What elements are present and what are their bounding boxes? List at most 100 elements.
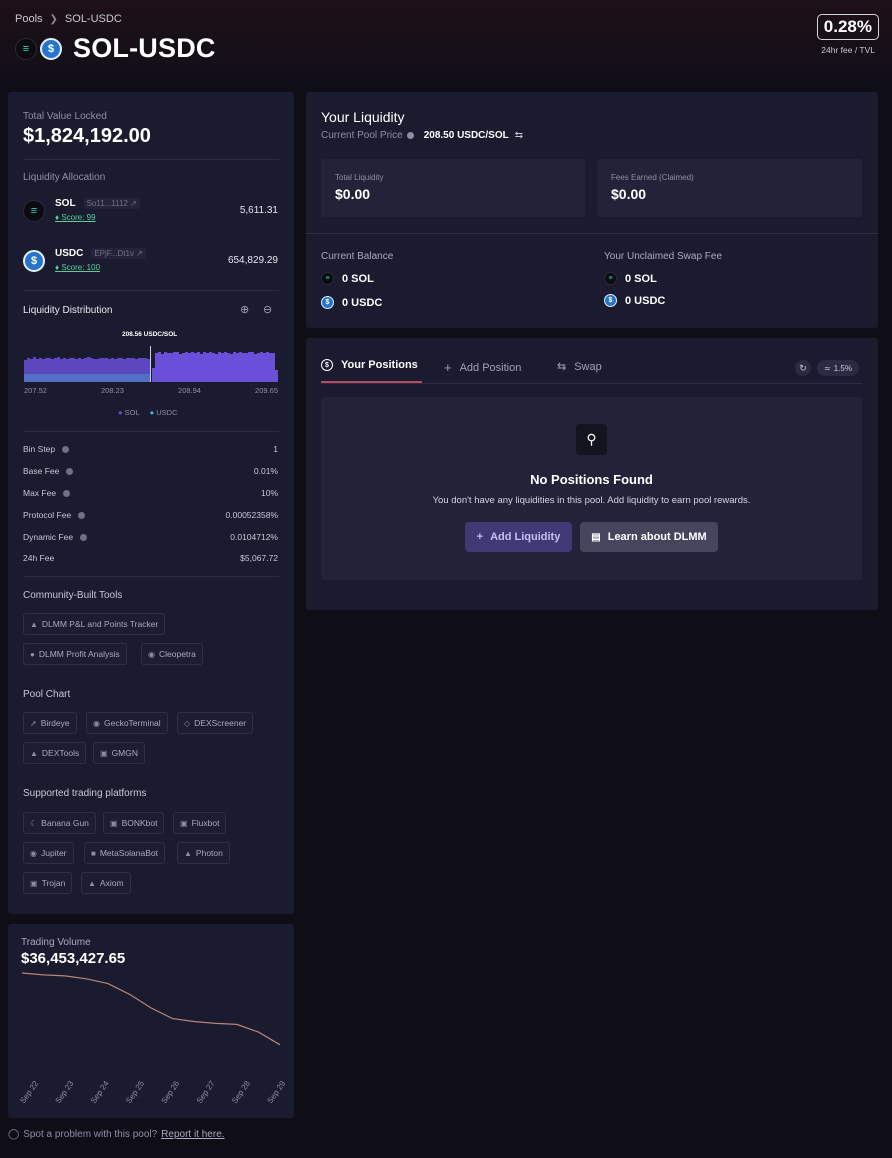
tool-cleopetra[interactable]: ◉ Cleopetra [141, 643, 203, 665]
axiom-icon: ▲ [88, 878, 96, 888]
plus-icon: + [476, 531, 484, 543]
link-gmgn[interactable]: ▣ GMGN [93, 742, 146, 764]
date-tick: Sep 25 [124, 1079, 146, 1105]
banana-gun-icon: ☾ [30, 818, 38, 828]
volume-line [21, 972, 281, 1046]
fees-earned-value: $0.00 [611, 186, 647, 202]
divider [23, 431, 279, 432]
platform-photon[interactable]: ▲ Photon [177, 842, 230, 864]
trading-platforms-label: Supported trading platforms [23, 788, 147, 799]
external-link-icon: ↗ [136, 249, 143, 258]
link-birdeye[interactable]: ➚ Birdeye [23, 712, 77, 734]
dexscreener-icon: ◇ [184, 718, 191, 728]
fee-row-24h-fee: 24h Fee $5,067.72 [23, 553, 278, 563]
usdc-liquidity-bar [275, 370, 278, 382]
zoom-out-icon[interactable]: ⊖ [263, 303, 272, 316]
link-dexscreener[interactable]: ◇ DEXScreener [177, 712, 254, 734]
platform-metasolanabot[interactable]: ■ MetaSolanaBot [84, 842, 165, 864]
info-icon [66, 468, 74, 476]
date-tick: Sep 27 [195, 1079, 217, 1105]
empty-title: No Positions Found [530, 472, 653, 487]
current-price-tag: 208.56 USDC/SOL [120, 331, 180, 338]
pool-info-panel: Total Value Locked $1,824,192.00 Liquidi… [8, 92, 294, 914]
allocation-row-usdc: $ USDC EPjF...Dt1v ↗ ♦ Score: 100 654,82… [23, 248, 278, 288]
balance-usdc: $0 USDC [321, 296, 382, 309]
tool-icon: ▲ [30, 619, 38, 629]
report-link[interactable]: Report it here. [161, 1129, 224, 1140]
tvl-value: $1,824,192.00 [23, 125, 151, 147]
geckoterminal-icon: ◉ [93, 718, 100, 728]
tab-your-positions[interactable]: $ Your Positions [321, 359, 418, 371]
info-icon [62, 446, 70, 454]
platform-banana-gun[interactable]: ☾ Banana Gun [23, 812, 96, 834]
info-icon [80, 534, 88, 542]
volume-chart: Sep 22 Sep 23 Sep 24 Sep 25 Sep 26 Sep 27 Sep … [18, 972, 288, 1105]
sol-token-icon: ≡ [604, 272, 617, 285]
token-score[interactable]: ♦ Score: 100 [55, 263, 100, 272]
empty-text: You don't have any liquidities in this p… [432, 495, 751, 506]
link-geckoterminal[interactable]: ◉ GeckoTerminal [86, 712, 168, 734]
score-icon: ♦ [55, 263, 60, 272]
usdc-token-icon: $ [40, 37, 62, 60]
your-liquidity-panel: Your Liquidity Current Pool Price 208.50… [306, 92, 878, 328]
birdeye-icon: ➚ [30, 718, 37, 728]
link-dextools[interactable]: ▲ DEXTools [23, 742, 87, 764]
platform-jupiter[interactable]: ◉ Jupiter [23, 842, 74, 864]
refresh-icon[interactable]: ↻ [795, 360, 811, 376]
empty-positions-card: ⚲ No Positions Found You don't have any … [321, 397, 862, 580]
token-score[interactable]: ♦ Score: 99 [55, 213, 96, 222]
current-price-line [150, 346, 151, 382]
chat-icon: ◯ [8, 1129, 20, 1140]
unclaimed-usdc: $0 USDC [604, 294, 665, 307]
info-icon [63, 490, 71, 498]
fee-row-protocol-fee: Protocol Fee 0.00052358% [23, 510, 278, 520]
token-address-link[interactable]: EPjF...Dt1v ↗ [91, 248, 146, 259]
platform-bonkbot[interactable]: ▣ BONKbot [103, 812, 165, 834]
jupiter-icon: ◉ [30, 848, 37, 858]
positions-panel: $ Your Positions + Add Position ⇆ Swap ↻ ≃… [306, 338, 878, 610]
fees-earned-card: Fees Earned (Claimed) $0.00 [597, 159, 862, 217]
breadcrumb: Pools ❯ SOL-USDC [15, 13, 122, 25]
report-text: Spot a problem with this pool? [23, 1129, 158, 1140]
tool-icon: ● [30, 649, 35, 659]
slippage-icon: ≃ [824, 363, 831, 373]
tab-add-position[interactable]: + Add Position [444, 360, 521, 375]
zoom-in-icon[interactable]: ⊕ [240, 303, 249, 316]
fluxbot-icon: ▣ [180, 818, 188, 828]
sol-bin-overlay [24, 374, 150, 382]
legend-item-usdc: ● USDC [149, 408, 178, 417]
date-tick: Sep 24 [89, 1079, 111, 1105]
tab-swap[interactable]: ⇆ Swap [557, 360, 602, 374]
usdc-token-icon: $ [321, 296, 334, 309]
tool-dlmm-pnl-tracker[interactable]: ▲ DLMM P&L and Points Tracker [23, 613, 166, 635]
token-symbol: SOL [55, 198, 76, 209]
learn-dlmm-button[interactable]: ▤ Learn about DLMM [580, 522, 718, 552]
fee-row-base-fee: Base Fee 0.01% [23, 466, 278, 476]
plus-icon: + [444, 360, 452, 375]
swap-direction-icon[interactable]: ⇆ [515, 130, 523, 141]
divider [306, 233, 878, 234]
slippage-setting[interactable]: ≃ 1.5% [817, 360, 859, 376]
date-tick: Sep 23 [54, 1079, 76, 1105]
swap-icon: ⇆ [557, 361, 567, 373]
your-liquidity-title: Your Liquidity [321, 109, 405, 125]
token-address-link[interactable]: So11...1112 ↗ [83, 198, 140, 209]
external-link-icon: ↗ [130, 199, 137, 208]
platform-trojan[interactable]: ▣ Trojan [23, 872, 73, 894]
trading-volume-panel: Trading Volume $36,453,427.65 Sep 22 Sep … [8, 924, 294, 1118]
pool-price-value: 208.50 USDC/SOL [423, 130, 509, 141]
score-icon: ♦ [55, 213, 60, 222]
add-liquidity-button[interactable]: + Add Liquidity [465, 522, 572, 552]
distribution-legend: ● SOL ● USDC [118, 408, 178, 417]
sol-token-icon: ≡ [23, 200, 45, 222]
tool-dlmm-profit-analysis[interactable]: ● DLMM Profit Analysis [23, 643, 127, 665]
platform-axiom[interactable]: ▲ Axiom [81, 872, 131, 894]
pool-chart-label: Pool Chart [23, 689, 71, 700]
platform-fluxbot[interactable]: ▣ Fluxbot [173, 812, 227, 834]
dextools-icon: ▲ [30, 748, 38, 758]
breadcrumb-pools-link[interactable]: Pools [15, 13, 43, 25]
allocation-row-sol: ≡ SOL So11...1112 ↗ ♦ Score: 99 5,611.31 [23, 198, 278, 238]
total-liquidity-label: Total Liquidity [335, 173, 384, 182]
search-icon: ⚲ [576, 424, 607, 455]
fees-earned-label: Fees Earned (Claimed) [611, 173, 694, 182]
